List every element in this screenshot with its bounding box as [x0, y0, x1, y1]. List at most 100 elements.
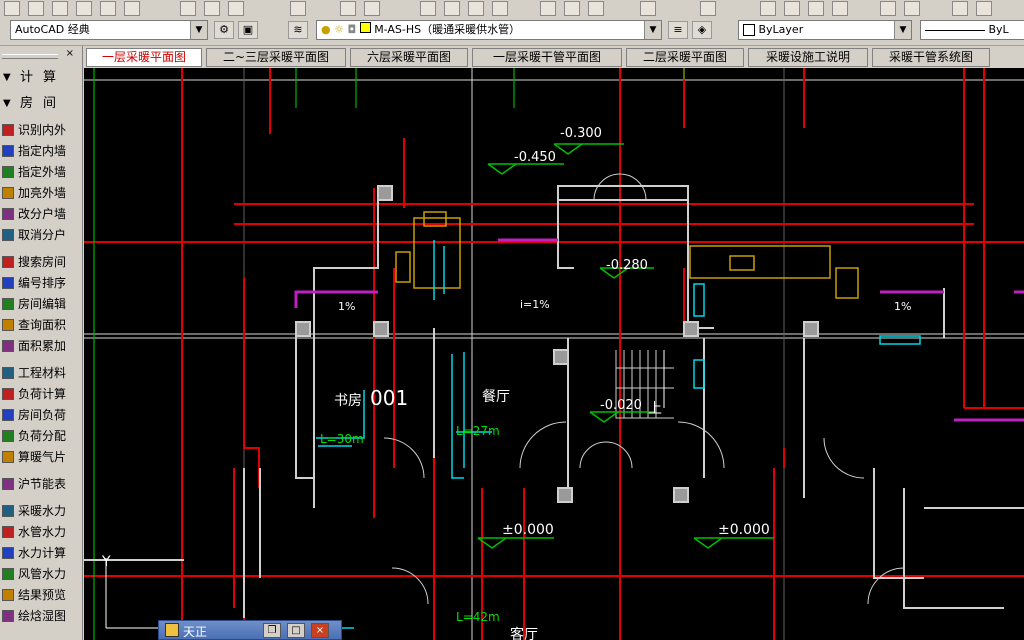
maximize-icon[interactable]: □: [287, 623, 305, 638]
paste-icon[interactable]: [228, 1, 244, 16]
sidebar-section-room[interactable]: ▼ 房间: [0, 94, 80, 114]
sidebar-item-label: 采暖水力: [18, 504, 67, 518]
tab-construction-notes[interactable]: 采暖设施工说明: [748, 48, 868, 67]
properties-icon[interactable]: [540, 1, 556, 16]
sidebar-item[interactable]: 水管水力: [0, 522, 80, 542]
sidebar-item[interactable]: 取消分户: [0, 225, 80, 245]
sidebar-item-label: 沪节能表: [18, 477, 67, 491]
sidebar-item[interactable]: 编号排序: [0, 273, 80, 293]
cut-icon[interactable]: [180, 1, 196, 16]
tool-icon: [2, 298, 14, 310]
sidebar-item-label: 水力计算: [18, 546, 67, 560]
linetype-value: ByL: [988, 23, 1009, 36]
sidebar-item[interactable]: 工程材料: [0, 363, 80, 383]
sidebar-item[interactable]: 指定内墙: [0, 141, 80, 161]
linetype-preview-icon: [925, 29, 985, 31]
tool-icon: [2, 319, 14, 331]
sidebar-section-calc[interactable]: ▼ 计算: [0, 68, 80, 88]
tab-level2-3-heating-plan[interactable]: 二~三层采暖平面图: [206, 48, 346, 67]
drawing-canvas[interactable]: -0.300 -0.450 -0.280 -0.020 上 ±0.000 ±0.…: [84, 68, 1024, 640]
tab-level6-heating-plan[interactable]: 六层采暖平面图: [350, 48, 468, 67]
zoom-realtime-icon[interactable]: [444, 1, 460, 16]
sidebar-item[interactable]: 水力计算: [0, 543, 80, 563]
minimized-window[interactable]: 天正 ❐ □ ×: [158, 620, 342, 640]
sidebar-item[interactable]: 加亮外墙: [0, 183, 80, 203]
calculator-icon[interactable]: [640, 1, 656, 16]
workspace-settings-icon[interactable]: ⚙: [214, 21, 234, 39]
copy-icon[interactable]: [204, 1, 220, 16]
chevron-down-icon[interactable]: ▼: [190, 21, 207, 39]
redo-icon[interactable]: [364, 1, 380, 16]
color-select[interactable]: ByLayer ▼: [738, 20, 912, 40]
sidebar-item[interactable]: 房间编辑: [0, 294, 80, 314]
layer-select[interactable]: ● ☼ ◘ M-AS-HS（暖通采暖供水管） ▼: [316, 20, 662, 40]
workspace-select[interactable]: AutoCAD 经典 ▼: [10, 20, 208, 40]
new-file-icon[interactable]: [4, 1, 20, 16]
restore-icon[interactable]: ❐: [263, 623, 281, 638]
sidebar-item[interactable]: 负荷分配: [0, 426, 80, 446]
open-file-icon[interactable]: [28, 1, 44, 16]
help-icon[interactable]: [700, 1, 716, 16]
close-icon[interactable]: ×: [66, 48, 74, 59]
pan-icon[interactable]: [420, 1, 436, 16]
sidebar-item[interactable]: 查询面积: [0, 315, 80, 335]
sidebar-item-label: 绘焓湿图: [18, 609, 67, 623]
make-current-layer-icon[interactable]: ≡: [668, 21, 688, 39]
layer-manager-icon[interactable]: ≋: [288, 21, 308, 39]
sidebar-item[interactable]: 改分户墙: [0, 204, 80, 224]
sidebar-item[interactable]: 负荷计算: [0, 384, 80, 404]
sidebar-item[interactable]: 绘焓湿图: [0, 606, 80, 626]
tab-level1-heating-plan[interactable]: 一层采暖平面图: [86, 48, 202, 67]
tab-main-pipe-system[interactable]: 采暖干管系统图: [872, 48, 990, 67]
tangent-tool2-icon[interactable]: [784, 1, 800, 16]
tangent-tool3-icon[interactable]: [808, 1, 824, 16]
zoom-window-icon[interactable]: [468, 1, 484, 16]
elevation-label: -0.450: [514, 150, 556, 165]
tangent-tool7-icon[interactable]: [952, 1, 968, 16]
doors: [383, 173, 905, 605]
app-icon: [165, 623, 179, 637]
sidebar-item[interactable]: 采暖水力: [0, 501, 80, 521]
print-icon[interactable]: [76, 1, 92, 16]
tangent-tool-icon[interactable]: [760, 1, 776, 16]
tool-icon: [2, 124, 14, 136]
save-icon[interactable]: [52, 1, 68, 16]
sidebar-item[interactable]: 房间负荷: [0, 405, 80, 425]
sidebar-item[interactable]: 结果预览: [0, 585, 80, 605]
sidebar-item[interactable]: 指定外墙: [0, 162, 80, 182]
tab-level2-heating-plan[interactable]: 二层采暖平面图: [626, 48, 744, 67]
design-center-icon[interactable]: [564, 1, 580, 16]
tool-icon: [2, 547, 14, 559]
tangent-tool4-icon[interactable]: [832, 1, 848, 16]
sidebar-item[interactable]: 风管水力: [0, 564, 80, 584]
layer-previous-icon[interactable]: ◈: [692, 21, 712, 39]
chevron-down-icon[interactable]: ▼: [644, 21, 661, 39]
publish-icon[interactable]: [124, 1, 140, 16]
zoom-previous-icon[interactable]: [492, 1, 508, 16]
pipe-length-label: L=42m: [456, 610, 500, 624]
tool-icon: [2, 409, 14, 421]
sidebar-item-label: 查询面积: [18, 318, 67, 332]
sidebar-item-label: 加亮外墙: [18, 186, 67, 200]
tool-icon: [2, 367, 14, 379]
tool-palettes-icon[interactable]: [588, 1, 604, 16]
preview-icon[interactable]: [100, 1, 116, 16]
undo-icon[interactable]: [340, 1, 356, 16]
tangent-tool8-icon[interactable]: [976, 1, 992, 16]
sidebar-item[interactable]: 算暖气片: [0, 447, 80, 467]
tangent-tool6-icon[interactable]: [904, 1, 920, 16]
sidebar-item[interactable]: 面积累加: [0, 336, 80, 356]
sidebar-item[interactable]: 识别内外: [0, 120, 80, 140]
tool-icon: [2, 388, 14, 400]
ucs-y-label: Y: [102, 554, 111, 570]
sidebar-item[interactable]: 搜索房间: [0, 252, 80, 272]
tab-level1-main-pipe-plan[interactable]: 一层采暖干管平面图: [472, 48, 622, 67]
color-swatch-icon: [743, 24, 755, 36]
close-icon[interactable]: ×: [311, 623, 329, 638]
sidebar-item[interactable]: 沪节能表: [0, 474, 80, 494]
chevron-down-icon[interactable]: ▼: [894, 21, 911, 39]
match-properties-icon[interactable]: [290, 1, 306, 16]
workspace-save-icon[interactable]: ▣: [238, 21, 258, 39]
linetype-select[interactable]: ByL: [920, 20, 1024, 40]
tangent-tool5-icon[interactable]: [880, 1, 896, 16]
